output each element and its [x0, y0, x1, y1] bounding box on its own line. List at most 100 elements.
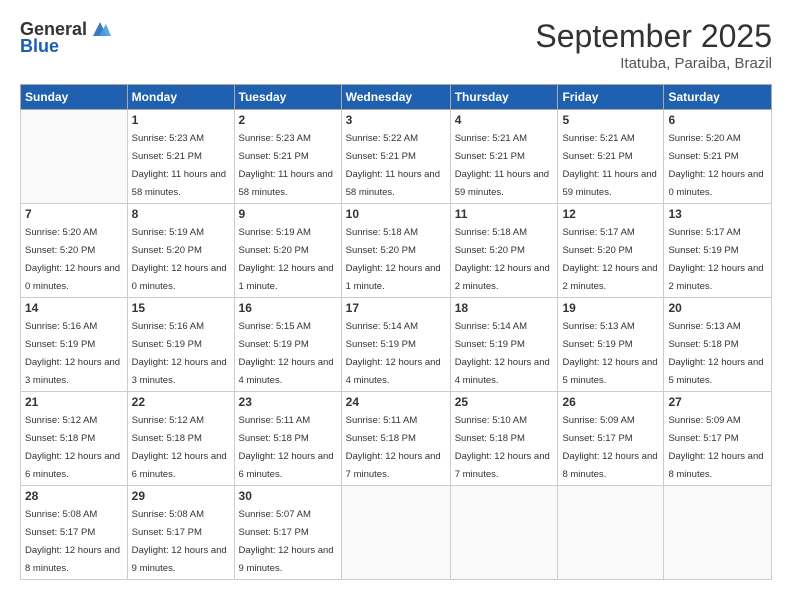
day-number: 3: [346, 113, 446, 127]
day-info: Sunrise: 5:08 AMSunset: 5:17 PMDaylight:…: [25, 509, 120, 574]
day-info: Sunrise: 5:16 AMSunset: 5:19 PMDaylight:…: [25, 321, 120, 386]
day-info: Sunrise: 5:23 AMSunset: 5:21 PMDaylight:…: [239, 133, 333, 198]
day-number: 20: [668, 301, 767, 315]
day-info: Sunrise: 5:18 AMSunset: 5:20 PMDaylight:…: [346, 227, 441, 292]
calendar-cell: 13 Sunrise: 5:17 AMSunset: 5:19 PMDaylig…: [664, 204, 772, 298]
title-block: September 2025 Itatuba, Paraiba, Brazil: [535, 18, 772, 72]
calendar-cell: 23 Sunrise: 5:11 AMSunset: 5:18 PMDaylig…: [234, 392, 341, 486]
day-info: Sunrise: 5:07 AMSunset: 5:17 PMDaylight:…: [239, 509, 334, 574]
day-info: Sunrise: 5:10 AMSunset: 5:18 PMDaylight:…: [455, 415, 550, 480]
calendar-cell: 27 Sunrise: 5:09 AMSunset: 5:17 PMDaylig…: [664, 392, 772, 486]
month-title: September 2025: [535, 18, 772, 55]
day-number: 28: [25, 489, 123, 503]
day-number: 16: [239, 301, 337, 315]
day-info: Sunrise: 5:12 AMSunset: 5:18 PMDaylight:…: [132, 415, 227, 480]
calendar-cell: 4 Sunrise: 5:21 AMSunset: 5:21 PMDayligh…: [450, 110, 558, 204]
day-info: Sunrise: 5:14 AMSunset: 5:19 PMDaylight:…: [346, 321, 441, 386]
location-subtitle: Itatuba, Paraiba, Brazil: [535, 55, 772, 72]
calendar-cell: 28 Sunrise: 5:08 AMSunset: 5:17 PMDaylig…: [21, 486, 128, 580]
calendar-week-row: 28 Sunrise: 5:08 AMSunset: 5:17 PMDaylig…: [21, 486, 772, 580]
day-info: Sunrise: 5:21 AMSunset: 5:21 PMDaylight:…: [455, 133, 549, 198]
logo: General Blue: [20, 18, 111, 57]
calendar-cell: 5 Sunrise: 5:21 AMSunset: 5:21 PMDayligh…: [558, 110, 664, 204]
day-info: Sunrise: 5:17 AMSunset: 5:19 PMDaylight:…: [668, 227, 763, 292]
day-number: 9: [239, 207, 337, 221]
day-number: 4: [455, 113, 554, 127]
day-number: 24: [346, 395, 446, 409]
calendar-cell: 17 Sunrise: 5:14 AMSunset: 5:19 PMDaylig…: [341, 298, 450, 392]
logo-blue: Blue: [20, 36, 59, 57]
day-info: Sunrise: 5:21 AMSunset: 5:21 PMDaylight:…: [562, 133, 656, 198]
day-info: Sunrise: 5:12 AMSunset: 5:18 PMDaylight:…: [25, 415, 120, 480]
day-info: Sunrise: 5:20 AMSunset: 5:21 PMDaylight:…: [668, 133, 763, 198]
day-info: Sunrise: 5:08 AMSunset: 5:17 PMDaylight:…: [132, 509, 227, 574]
calendar-cell: [664, 486, 772, 580]
calendar-cell: 25 Sunrise: 5:10 AMSunset: 5:18 PMDaylig…: [450, 392, 558, 486]
calendar-cell: 7 Sunrise: 5:20 AMSunset: 5:20 PMDayligh…: [21, 204, 128, 298]
day-number: 14: [25, 301, 123, 315]
calendar-cell: [450, 486, 558, 580]
calendar-cell: 9 Sunrise: 5:19 AMSunset: 5:20 PMDayligh…: [234, 204, 341, 298]
calendar-table: Sunday Monday Tuesday Wednesday Thursday…: [20, 84, 772, 580]
day-info: Sunrise: 5:09 AMSunset: 5:17 PMDaylight:…: [668, 415, 763, 480]
day-number: 22: [132, 395, 230, 409]
day-number: 27: [668, 395, 767, 409]
day-number: 18: [455, 301, 554, 315]
day-number: 8: [132, 207, 230, 221]
calendar-cell: 10 Sunrise: 5:18 AMSunset: 5:20 PMDaylig…: [341, 204, 450, 298]
th-sunday: Sunday: [21, 85, 128, 110]
day-number: 15: [132, 301, 230, 315]
day-number: 2: [239, 113, 337, 127]
day-info: Sunrise: 5:11 AMSunset: 5:18 PMDaylight:…: [239, 415, 334, 480]
calendar-cell: 22 Sunrise: 5:12 AMSunset: 5:18 PMDaylig…: [127, 392, 234, 486]
calendar-week-row: 1 Sunrise: 5:23 AMSunset: 5:21 PMDayligh…: [21, 110, 772, 204]
day-number: 17: [346, 301, 446, 315]
day-number: 5: [562, 113, 659, 127]
calendar-cell: 19 Sunrise: 5:13 AMSunset: 5:19 PMDaylig…: [558, 298, 664, 392]
th-monday: Monday: [127, 85, 234, 110]
day-info: Sunrise: 5:13 AMSunset: 5:19 PMDaylight:…: [562, 321, 657, 386]
day-number: 21: [25, 395, 123, 409]
th-tuesday: Tuesday: [234, 85, 341, 110]
th-wednesday: Wednesday: [341, 85, 450, 110]
day-number: 23: [239, 395, 337, 409]
calendar-cell: [558, 486, 664, 580]
calendar-week-row: 7 Sunrise: 5:20 AMSunset: 5:20 PMDayligh…: [21, 204, 772, 298]
calendar-cell: 26 Sunrise: 5:09 AMSunset: 5:17 PMDaylig…: [558, 392, 664, 486]
day-number: 12: [562, 207, 659, 221]
day-info: Sunrise: 5:23 AMSunset: 5:21 PMDaylight:…: [132, 133, 226, 198]
day-info: Sunrise: 5:11 AMSunset: 5:18 PMDaylight:…: [346, 415, 441, 480]
calendar-cell: [21, 110, 128, 204]
calendar-cell: 2 Sunrise: 5:23 AMSunset: 5:21 PMDayligh…: [234, 110, 341, 204]
calendar-cell: 6 Sunrise: 5:20 AMSunset: 5:21 PMDayligh…: [664, 110, 772, 204]
day-number: 26: [562, 395, 659, 409]
day-info: Sunrise: 5:22 AMSunset: 5:21 PMDaylight:…: [346, 133, 440, 198]
calendar-cell: 8 Sunrise: 5:19 AMSunset: 5:20 PMDayligh…: [127, 204, 234, 298]
day-info: Sunrise: 5:18 AMSunset: 5:20 PMDaylight:…: [455, 227, 550, 292]
logo-icon: [89, 18, 111, 40]
page: General Blue September 2025 Itatuba, Par…: [0, 0, 792, 612]
day-number: 1: [132, 113, 230, 127]
calendar-cell: 14 Sunrise: 5:16 AMSunset: 5:19 PMDaylig…: [21, 298, 128, 392]
day-info: Sunrise: 5:15 AMSunset: 5:19 PMDaylight:…: [239, 321, 334, 386]
calendar-cell: 29 Sunrise: 5:08 AMSunset: 5:17 PMDaylig…: [127, 486, 234, 580]
header: General Blue September 2025 Itatuba, Par…: [20, 18, 772, 72]
calendar-cell: 21 Sunrise: 5:12 AMSunset: 5:18 PMDaylig…: [21, 392, 128, 486]
calendar-cell: 11 Sunrise: 5:18 AMSunset: 5:20 PMDaylig…: [450, 204, 558, 298]
calendar-cell: 20 Sunrise: 5:13 AMSunset: 5:18 PMDaylig…: [664, 298, 772, 392]
calendar-week-row: 14 Sunrise: 5:16 AMSunset: 5:19 PMDaylig…: [21, 298, 772, 392]
calendar-cell: 24 Sunrise: 5:11 AMSunset: 5:18 PMDaylig…: [341, 392, 450, 486]
calendar-cell: 12 Sunrise: 5:17 AMSunset: 5:20 PMDaylig…: [558, 204, 664, 298]
day-info: Sunrise: 5:14 AMSunset: 5:19 PMDaylight:…: [455, 321, 550, 386]
calendar-week-row: 21 Sunrise: 5:12 AMSunset: 5:18 PMDaylig…: [21, 392, 772, 486]
day-info: Sunrise: 5:13 AMSunset: 5:18 PMDaylight:…: [668, 321, 763, 386]
day-number: 29: [132, 489, 230, 503]
day-info: Sunrise: 5:19 AMSunset: 5:20 PMDaylight:…: [132, 227, 227, 292]
day-number: 19: [562, 301, 659, 315]
calendar-cell: 30 Sunrise: 5:07 AMSunset: 5:17 PMDaylig…: [234, 486, 341, 580]
day-info: Sunrise: 5:19 AMSunset: 5:20 PMDaylight:…: [239, 227, 334, 292]
day-info: Sunrise: 5:09 AMSunset: 5:17 PMDaylight:…: [562, 415, 657, 480]
calendar-cell: 3 Sunrise: 5:22 AMSunset: 5:21 PMDayligh…: [341, 110, 450, 204]
day-number: 11: [455, 207, 554, 221]
day-number: 30: [239, 489, 337, 503]
